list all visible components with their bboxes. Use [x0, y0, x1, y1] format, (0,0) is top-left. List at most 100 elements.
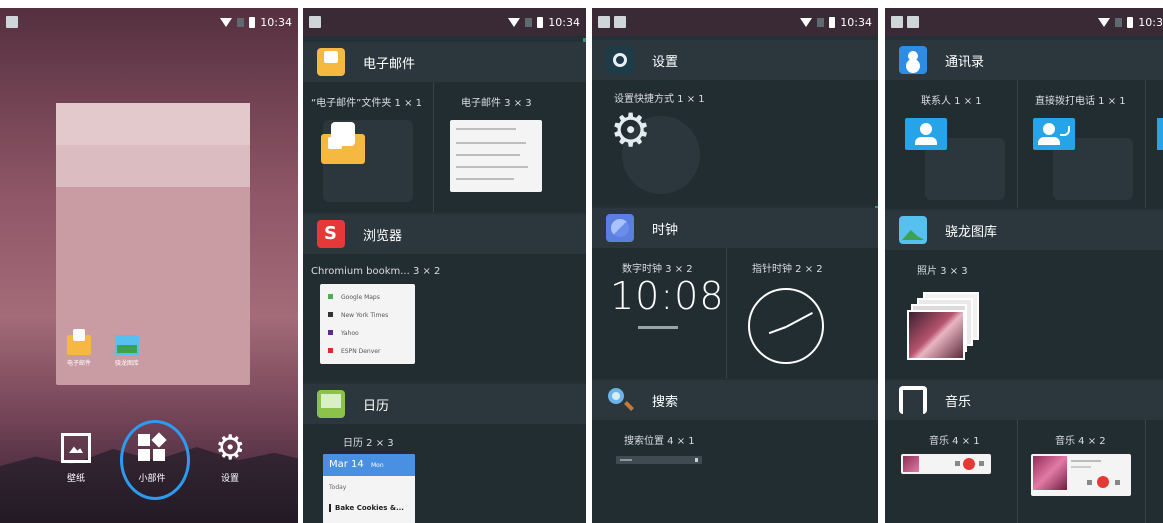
- analog-clock-widget[interactable]: [748, 288, 824, 364]
- widget-label: 电子邮件 3 × 3: [461, 98, 532, 109]
- wifi-icon: [220, 17, 233, 27]
- section-title: 骁龙图库: [945, 224, 998, 240]
- home-app-email[interactable]: 电子邮件: [62, 329, 96, 367]
- column-divider: [1017, 420, 1018, 523]
- homescreen-preview[interactable]: 电子邮件 骁龙图库: [56, 103, 250, 385]
- notification-icon: [614, 16, 626, 28]
- battery-icon: [1127, 16, 1134, 28]
- next-icon[interactable]: [1115, 480, 1120, 485]
- prev-icon[interactable]: [1087, 480, 1092, 485]
- widget-label: 直接拨打电话 1 × 1: [1035, 96, 1126, 107]
- widget-picker-page-2: 10:34 设置 设置快捷方式 1 × 1 ⚙ 时钟 数字时钟 3 × 2 指针…: [592, 8, 878, 523]
- status-time: 10:34: [260, 15, 292, 29]
- widget-picker-page-3: 10:3 通讯录 联系人 1 × 1 直接拨打电话 1 × 1 骁龙图库 照片 …: [885, 8, 1163, 523]
- play-icon[interactable]: [963, 458, 975, 470]
- section-title: 音乐: [945, 394, 972, 410]
- prev-icon[interactable]: [955, 461, 960, 466]
- status-time: 10:3: [1138, 15, 1163, 29]
- section-header-browser: 浏览器: [303, 214, 586, 254]
- email-3x3-widget[interactable]: [450, 120, 542, 192]
- digital-clock-widget[interactable]: 10:08: [610, 274, 725, 318]
- section-body-gallery: 照片 3 × 3: [885, 250, 1163, 378]
- calendar-widget[interactable]: Mar 14 Mon Today Bake Cookies &...: [323, 454, 415, 523]
- section-header-gallery: 骁龙图库: [885, 210, 1163, 250]
- calendar-icon: [317, 390, 345, 418]
- battery-icon: [829, 16, 836, 28]
- notification-icon: [6, 16, 18, 28]
- home-screen: 10:34 电子邮件 骁龙图库 壁纸 小部件 ⚙ 设置: [0, 8, 298, 523]
- music-4x2-widget[interactable]: [1031, 454, 1131, 496]
- section-body-contacts: 联系人 1 × 1 直接拨打电话 1 × 1: [885, 80, 1163, 208]
- widgets-button[interactable]: 小部件: [127, 432, 177, 484]
- preview-band: [56, 103, 250, 145]
- signal-icon: [525, 17, 533, 27]
- notification-icon: [309, 16, 321, 28]
- gallery-app-icon: [899, 216, 927, 244]
- section-title: 通讯录: [945, 54, 985, 70]
- clock-app-icon: [606, 214, 634, 242]
- section-body-settings: 设置快捷方式 1 × 1 ⚙: [592, 80, 878, 206]
- mail-icon: [67, 329, 91, 355]
- section-header-clock: 时钟: [592, 208, 878, 248]
- person-icon: [920, 123, 932, 135]
- minute-hand: [785, 312, 813, 328]
- section-header-contacts: 通讯录: [885, 40, 1163, 80]
- widget-label: 指针时钟 2 × 2: [752, 264, 823, 275]
- direct-dial-widget[interactable]: [1033, 118, 1075, 150]
- column-divider: [433, 82, 434, 212]
- bookmark-item[interactable]: ESPN Denver: [328, 348, 380, 355]
- phone-contact-icon: [1043, 123, 1055, 135]
- notification-icon: [907, 16, 919, 28]
- photo-thumbnail: [907, 310, 965, 360]
- hour-hand: [768, 326, 787, 335]
- calendar-event: Bake Cookies &...: [335, 504, 404, 512]
- section-header-music: 音乐: [885, 380, 1163, 420]
- browser-icon: [317, 220, 345, 248]
- photos-widget[interactable]: [907, 292, 979, 362]
- battery-icon: [249, 16, 256, 28]
- section-header-settings: 设置: [592, 40, 878, 80]
- bookmarks-widget[interactable]: Google Maps New York Times Yahoo ESPN De…: [320, 284, 415, 364]
- calendar-today: Today: [329, 484, 347, 491]
- widget-label: 日历 2 × 3: [343, 438, 394, 449]
- wallpaper-label: 壁纸: [66, 474, 85, 484]
- email-folder-widget[interactable]: [321, 122, 365, 164]
- section-body-music: 音乐 4 × 1 音乐 4 × 2: [885, 420, 1163, 523]
- section-header-search: 搜索: [592, 380, 878, 420]
- play-icon[interactable]: [1097, 476, 1109, 488]
- mail-paper: [331, 122, 355, 146]
- bookmark-item[interactable]: Google Maps: [328, 294, 380, 301]
- section-body-clock: 数字时钟 3 × 2 指针时钟 2 × 2 10:08: [592, 248, 878, 378]
- column-divider: [1145, 420, 1146, 523]
- status-time: 10:34: [548, 15, 580, 29]
- bookmark-item[interactable]: Yahoo: [328, 330, 359, 337]
- email-app-icon: [317, 48, 345, 76]
- section-header-calendar: 日历: [303, 384, 586, 424]
- bookmark-item[interactable]: New York Times: [328, 312, 388, 319]
- signal-icon: [817, 17, 825, 27]
- settings-shortcut-widget[interactable]: ⚙: [610, 107, 651, 153]
- status-bar: 10:34: [592, 8, 878, 36]
- calendar-day: Mon: [370, 462, 384, 469]
- column-divider: [726, 248, 727, 378]
- wifi-icon: [508, 17, 521, 27]
- search-bar-widget[interactable]: [616, 456, 702, 464]
- preview-band: [56, 145, 250, 187]
- next-icon[interactable]: [979, 461, 984, 466]
- widgets-icon: [137, 432, 167, 463]
- gallery-icon: [115, 335, 139, 355]
- column-divider: [1145, 80, 1146, 208]
- settings-button[interactable]: ⚙ 设置: [205, 431, 255, 484]
- section-title: 设置: [652, 54, 679, 70]
- widget-label: Chromium bookm... 3 × 2: [311, 266, 441, 277]
- status-bar: 10:34: [303, 8, 586, 36]
- widget-label: 数字时钟 3 × 2: [622, 264, 693, 275]
- wifi-icon: [800, 17, 813, 27]
- album-art: [1033, 456, 1067, 490]
- music-4x1-widget[interactable]: [901, 454, 991, 474]
- home-app-gallery[interactable]: 骁龙图库: [110, 335, 144, 367]
- wallpaper-button[interactable]: 壁纸: [51, 433, 101, 484]
- widget-picker-page-1: 10:34 电子邮件 “电子邮件”文件夹 1 × 1 电子邮件 3 × 3 浏览…: [303, 8, 586, 523]
- contact-widget[interactable]: [905, 118, 947, 150]
- section-title: 搜索: [652, 394, 679, 410]
